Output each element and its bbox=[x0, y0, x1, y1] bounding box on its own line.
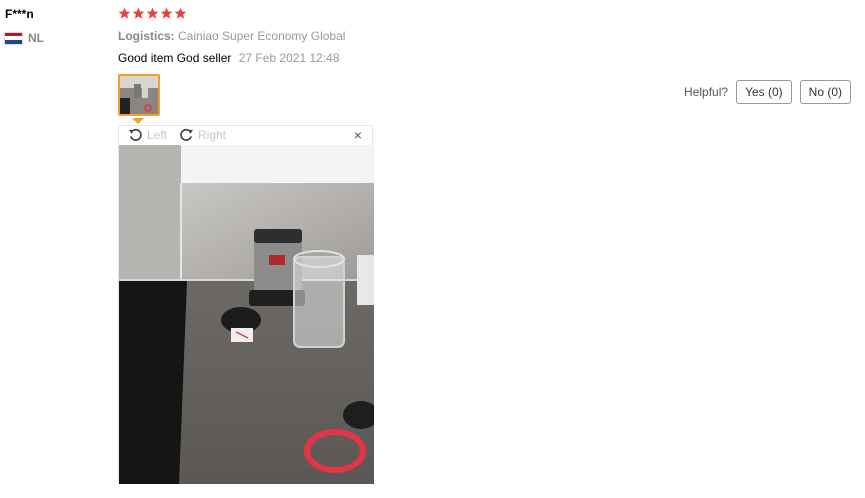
review-photo-thumbnail[interactable] bbox=[118, 74, 160, 116]
helpful-label: Helpful? bbox=[684, 85, 729, 99]
star-icon bbox=[118, 7, 131, 19]
photo-viewer: Left Right × bbox=[118, 125, 374, 484]
star-rating bbox=[118, 7, 187, 20]
star-icon bbox=[146, 7, 159, 19]
helpful-yes-button[interactable]: Yes (0) bbox=[736, 80, 792, 104]
reviewer-name: F***n bbox=[5, 7, 34, 21]
star-icon bbox=[174, 7, 187, 19]
reviewer-country: NL bbox=[5, 31, 44, 45]
rotate-left-label: Left bbox=[147, 127, 168, 142]
photo-thumbnail-image bbox=[120, 76, 158, 114]
star-icon bbox=[160, 7, 173, 19]
helpful-no-button[interactable]: No (0) bbox=[799, 80, 851, 104]
helpful-feedback: Helpful? Yes (0) No (0) bbox=[684, 80, 851, 104]
rotate-right-label: Right bbox=[198, 127, 227, 142]
rotate-left-icon bbox=[128, 129, 142, 141]
rotate-right-button[interactable]: Right bbox=[179, 127, 226, 142]
logistics-info: Logistics: Cainiao Super Economy Global bbox=[118, 29, 345, 43]
review-photo bbox=[119, 145, 374, 484]
photo-viewer-toolbar: Left Right × bbox=[119, 126, 372, 145]
logistics-value: Cainiao Super Economy Global bbox=[178, 29, 346, 43]
netherlands-flag-icon bbox=[5, 32, 22, 44]
thumbnail-pointer bbox=[132, 118, 144, 124]
rotate-left-button[interactable]: Left bbox=[128, 127, 167, 142]
star-icon bbox=[132, 7, 145, 19]
country-code: NL bbox=[28, 31, 44, 45]
logistics-label: Logistics: bbox=[118, 29, 175, 43]
rotate-right-icon bbox=[180, 129, 194, 141]
review-content: Good item God seller 27 Feb 2021 12:48 bbox=[118, 51, 340, 65]
review-text: Good item God seller bbox=[118, 51, 232, 65]
close-viewer-button[interactable]: × bbox=[354, 127, 362, 143]
review-date: 27 Feb 2021 12:48 bbox=[238, 51, 340, 65]
